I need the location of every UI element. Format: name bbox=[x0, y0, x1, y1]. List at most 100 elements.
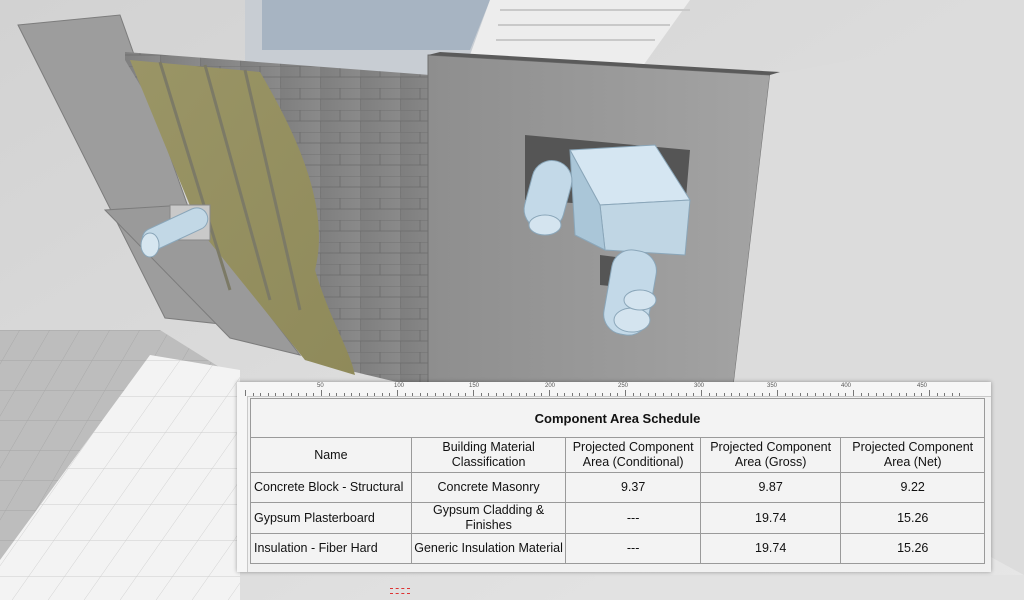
cell-area-net[interactable]: 9.22 bbox=[840, 472, 985, 503]
ruler-tick bbox=[419, 393, 421, 396]
ruler-tick bbox=[746, 393, 748, 396]
ruler-tick bbox=[617, 393, 619, 396]
ruler-tick bbox=[495, 393, 497, 396]
ruler-tick bbox=[784, 393, 786, 396]
ruler-tick bbox=[685, 393, 687, 396]
ruler-tick bbox=[929, 390, 930, 396]
table-row[interactable]: Insulation - Fiber Hard Generic Insulati… bbox=[250, 533, 985, 564]
ruler-tick bbox=[298, 393, 300, 396]
ruler-tick bbox=[609, 393, 611, 396]
ruler-tick bbox=[336, 393, 338, 396]
cell-classification[interactable]: Concrete Masonry bbox=[410, 472, 567, 503]
resize-handle[interactable] bbox=[390, 588, 410, 594]
column-header[interactable]: Projected Component Area (Conditional) bbox=[565, 437, 701, 473]
ruler-tick bbox=[564, 393, 566, 396]
cell-area-conditional[interactable]: --- bbox=[565, 502, 701, 534]
ruler-tick bbox=[860, 393, 862, 396]
cell-name[interactable]: Insulation - Fiber Hard bbox=[250, 533, 412, 564]
cell-area-gross[interactable]: 19.74 bbox=[699, 533, 842, 564]
ruler-tick bbox=[799, 393, 801, 396]
ruler-tick bbox=[655, 393, 657, 396]
floor-right bbox=[595, 572, 1024, 600]
ruler-label: 250 bbox=[618, 383, 629, 389]
ruler-tick bbox=[754, 393, 756, 396]
ruler-tick bbox=[891, 393, 892, 396]
ruler-tick bbox=[837, 393, 839, 396]
ruler-tick bbox=[397, 390, 398, 396]
ruler-label: 350 bbox=[767, 383, 778, 389]
ruler-tick bbox=[716, 393, 718, 396]
cell-classification[interactable]: Generic Insulation Material bbox=[410, 533, 567, 564]
ruler-tick bbox=[427, 393, 429, 396]
cell-name[interactable]: Gypsum Plasterboard bbox=[250, 502, 412, 534]
ruler-tick bbox=[845, 393, 847, 396]
cell-area-gross[interactable]: 19.74 bbox=[699, 502, 842, 534]
ruler-tick bbox=[777, 390, 778, 396]
ruler-tick bbox=[351, 393, 353, 396]
ruler-tick bbox=[769, 393, 771, 396]
ruler-tick bbox=[898, 393, 900, 396]
ruler-tick bbox=[921, 393, 923, 396]
ruler-tick bbox=[480, 393, 482, 396]
ruler-tick bbox=[343, 393, 345, 396]
ruler-tick bbox=[404, 393, 406, 396]
column-header[interactable]: Building Material Classification bbox=[410, 437, 567, 473]
ruler-tick bbox=[906, 393, 908, 396]
schedule-table: Component Area Schedule Name Building Ma… bbox=[250, 398, 985, 564]
ruler-tick bbox=[556, 393, 558, 396]
ruler-tick bbox=[959, 393, 961, 396]
ruler-tick bbox=[328, 393, 330, 396]
ruler-tick bbox=[503, 393, 505, 396]
cell-area-conditional[interactable]: 9.37 bbox=[565, 472, 701, 503]
ruler-tick bbox=[473, 390, 474, 396]
cell-area-net[interactable]: 15.26 bbox=[840, 502, 985, 534]
ruler-tick bbox=[815, 393, 816, 396]
ruler-tick bbox=[290, 393, 292, 396]
ruler-tick bbox=[541, 393, 543, 396]
ruler-label: 450 bbox=[917, 383, 928, 389]
cell-area-net[interactable]: 15.26 bbox=[840, 533, 985, 564]
cell-area-gross[interactable]: 9.87 bbox=[699, 472, 842, 503]
ruler-tick bbox=[594, 393, 596, 396]
ruler-tick bbox=[457, 393, 459, 396]
ruler-tick bbox=[701, 390, 702, 396]
ruler-tick bbox=[533, 393, 535, 396]
schedule-title: Component Area Schedule bbox=[250, 398, 985, 438]
ruler-tick bbox=[321, 390, 322, 396]
ruler-tick bbox=[587, 393, 588, 396]
column-header[interactable]: Projected Component Area (Net) bbox=[840, 437, 985, 473]
ruler-tick bbox=[579, 393, 581, 396]
ruler-tick bbox=[252, 393, 254, 396]
column-header[interactable]: Name bbox=[250, 437, 412, 473]
cell-area-conditional[interactable]: --- bbox=[565, 533, 701, 564]
component-area-schedule-panel[interactable]: 50 100 150 200 250 300 350 400 450 Compo… bbox=[237, 382, 991, 572]
table-row[interactable]: Concrete Block - Structural Concrete Mas… bbox=[250, 472, 985, 503]
cell-classification[interactable]: Gypsum Cladding & Finishes bbox=[410, 502, 567, 534]
ruler-tick bbox=[381, 393, 383, 396]
ruler-tick bbox=[305, 393, 307, 396]
ruler-label: 150 bbox=[469, 383, 480, 389]
ruler-tick bbox=[739, 393, 740, 396]
ruler-tick bbox=[450, 393, 452, 396]
ruler-tick bbox=[549, 390, 550, 396]
cell-name[interactable]: Concrete Block - Structural bbox=[250, 472, 412, 503]
ruler-tick bbox=[708, 393, 710, 396]
ruler-tick bbox=[723, 393, 725, 396]
table-row[interactable]: Gypsum Plasterboard Gypsum Cladding & Fi… bbox=[250, 502, 985, 534]
ruler-tick bbox=[442, 393, 444, 396]
ruler-tick bbox=[853, 390, 854, 396]
ruler-tick bbox=[283, 393, 284, 396]
ruler-tick bbox=[875, 393, 877, 396]
ruler-tick bbox=[807, 393, 809, 396]
ruler-tick bbox=[883, 393, 885, 396]
column-header[interactable]: Projected Component Area (Gross) bbox=[699, 437, 842, 473]
ruler-tick bbox=[731, 393, 733, 396]
ruler-tick bbox=[632, 393, 634, 396]
horizontal-ruler: 50 100 150 200 250 300 350 400 450 bbox=[237, 382, 991, 397]
ruler-tick bbox=[389, 393, 391, 396]
ruler-label: 400 bbox=[841, 383, 852, 389]
ruler-tick bbox=[663, 393, 664, 396]
ruler-tick bbox=[435, 393, 436, 396]
ruler-tick bbox=[518, 393, 520, 396]
ruler-tick bbox=[822, 393, 824, 396]
